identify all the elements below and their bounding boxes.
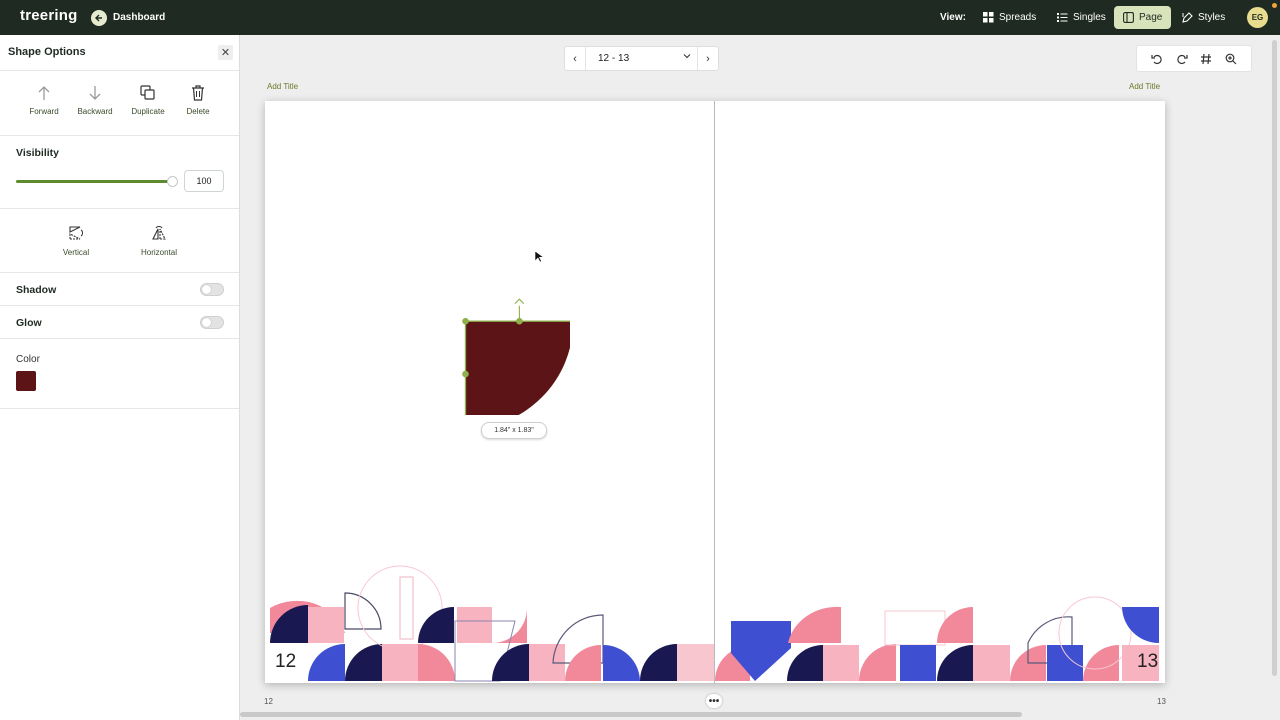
color-swatch[interactable]: [16, 371, 36, 391]
grid-toggle-button[interactable]: [1197, 50, 1215, 68]
back-arrow-icon: [91, 9, 107, 26]
right-page-number: 13: [1137, 651, 1159, 672]
view-label: View:: [940, 12, 966, 23]
flip-horizontal-label: Horizontal: [140, 248, 177, 257]
zoom-in-icon: [1225, 53, 1237, 64]
dashboard-link[interactable]: Dashboard: [91, 9, 165, 26]
selected-quarter-circle-shape[interactable]: [460, 289, 570, 415]
grid-icon: [983, 12, 994, 23]
shadow-label: Shadow: [16, 284, 57, 296]
visibility-slider-track[interactable]: [16, 180, 174, 183]
canvas-toolbar: [1136, 45, 1252, 72]
view-page-label: Page: [1139, 12, 1163, 23]
redo-icon: [1177, 54, 1188, 64]
page-icon: [1123, 12, 1134, 23]
app-logo[interactable]: treering: [20, 7, 77, 24]
flip-section: Vertical Horizontal: [0, 209, 239, 273]
chevron-left-icon: ‹: [573, 52, 577, 65]
shadow-row: Shadow: [0, 273, 239, 306]
more-options-button[interactable]: •••: [706, 694, 722, 708]
view-page-button[interactable]: Page: [1114, 6, 1172, 29]
visibility-section: Visibility: [0, 136, 239, 209]
color-section: Color: [0, 339, 239, 409]
undo-button[interactable]: [1148, 50, 1166, 68]
add-title-left[interactable]: Add Title: [267, 82, 298, 91]
view-singles-button[interactable]: Singles: [1048, 6, 1115, 29]
prev-page-button[interactable]: ‹: [565, 47, 585, 70]
shadow-toggle-knob: [202, 285, 211, 294]
mouse-cursor-icon: [534, 250, 544, 263]
glow-toggle[interactable]: [200, 316, 224, 329]
horizontal-scrollbar[interactable]: [240, 712, 1022, 717]
panel-header: Shape Options ✕: [0, 35, 239, 71]
ellipsis-icon: •••: [708, 695, 720, 707]
duplicate-label: Duplicate: [131, 107, 165, 116]
arrange-actions: Forward Backward Duplicate Delete: [0, 71, 239, 136]
view-spreads-label: Spreads: [999, 12, 1037, 23]
duplicate-icon: [140, 85, 155, 100]
footer-left-page-number: 12: [264, 697, 273, 706]
dashboard-label: Dashboard: [113, 12, 166, 23]
undo-icon: [1151, 54, 1162, 64]
chevron-down-icon: [683, 52, 691, 63]
zoom-button[interactable]: [1222, 50, 1240, 68]
delete-label: Delete: [186, 107, 210, 116]
arrow-up-icon: [38, 86, 50, 100]
visibility-label: Visibility: [16, 147, 59, 159]
flip-vertical-label: Vertical: [62, 248, 90, 257]
forward-label: Forward: [29, 107, 59, 116]
backward-label: Backward: [77, 107, 113, 116]
list-icon: [1057, 13, 1068, 22]
color-label: Color: [16, 354, 40, 365]
duplicate-button[interactable]: Duplicate: [120, 85, 176, 116]
visibility-input[interactable]: [184, 170, 224, 192]
footer-right-page-number: 13: [1157, 697, 1166, 706]
geometric-border-design: [270, 565, 1159, 682]
selection-size-label: 1.84" x 1.83": [481, 422, 547, 439]
glow-toggle-knob: [202, 318, 211, 327]
forward-button[interactable]: Forward: [16, 85, 72, 116]
flip-horizontal-icon: [152, 226, 166, 240]
shadow-toggle[interactable]: [200, 283, 224, 296]
panel-title: Shape Options: [8, 46, 86, 58]
glow-label: Glow: [16, 317, 42, 329]
view-styles-button[interactable]: Styles: [1173, 6, 1234, 29]
left-page-number: 12: [275, 651, 297, 672]
arrow-down-icon: [89, 86, 101, 100]
vertical-scrollbar[interactable]: [1272, 40, 1277, 676]
glow-row: Glow: [0, 306, 239, 339]
page-select[interactable]: 12 - 13: [585, 47, 698, 70]
close-icon: ✕: [220, 47, 231, 59]
chevron-right-icon: ›: [706, 52, 710, 65]
brush-icon: [1182, 12, 1193, 23]
shape-options-panel: Shape Options ✕ Forward Backward Duplica…: [0, 35, 240, 720]
flip-vertical-button[interactable]: Vertical: [46, 225, 106, 257]
view-singles-label: Singles: [1073, 12, 1106, 23]
next-page-button[interactable]: ›: [698, 47, 718, 70]
page-navigator: ‹ 12 - 13 ›: [564, 46, 719, 71]
visibility-slider-thumb[interactable]: [167, 176, 178, 187]
flip-vertical-icon: [69, 226, 83, 240]
backward-button[interactable]: Backward: [67, 85, 123, 116]
delete-button[interactable]: Delete: [170, 85, 226, 116]
page-select-value: 12 - 13: [598, 53, 630, 64]
view-styles-label: Styles: [1198, 12, 1226, 23]
top-bar: treering Dashboard View: Spreads Singles…: [0, 0, 1280, 35]
hash-icon: [1201, 53, 1212, 64]
flip-horizontal-button[interactable]: Horizontal: [129, 225, 189, 257]
redo-button[interactable]: [1173, 50, 1191, 68]
page-spread[interactable]: 12 13: [265, 101, 1165, 683]
user-avatar[interactable]: EG: [1247, 7, 1268, 28]
close-panel-button[interactable]: ✕: [218, 45, 233, 60]
notification-dot: [1272, 3, 1277, 8]
add-title-right[interactable]: Add Title: [1129, 82, 1160, 91]
trash-icon: [192, 85, 204, 101]
view-spreads-button[interactable]: Spreads: [974, 6, 1045, 29]
